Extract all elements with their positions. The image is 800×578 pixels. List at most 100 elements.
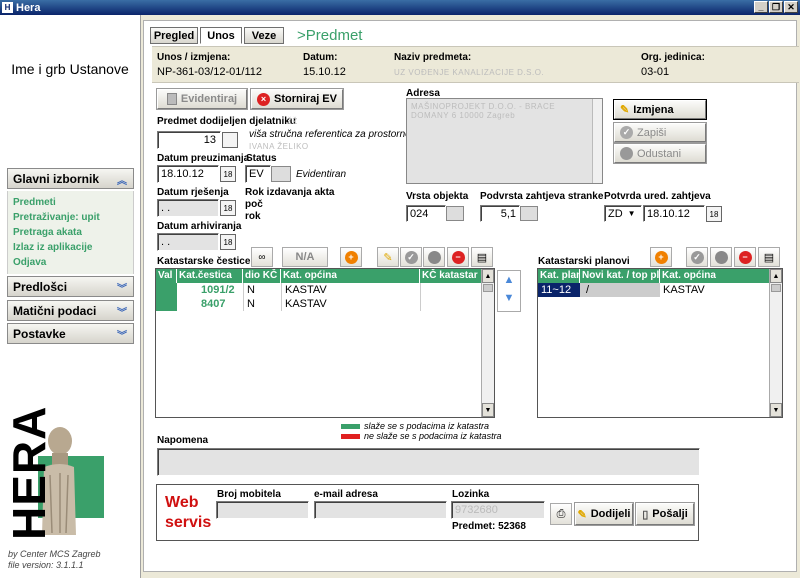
posalji-label: Pošalji [652, 508, 688, 520]
assign-number-field[interactable]: 13 [157, 131, 221, 149]
doc-cestica-button[interactable]: ▤ [471, 247, 493, 267]
chevron-down-icon: ︾ [117, 284, 127, 295]
calendar-icon[interactable]: 18 [220, 234, 236, 250]
col-dio: dio KČ [243, 269, 281, 283]
odustani-button[interactable]: Odustani [614, 144, 706, 163]
scroll-thumb[interactable] [483, 284, 493, 292]
add-cestica-button[interactable]: + [340, 247, 362, 267]
scroll-down-icon[interactable]: ▼ [482, 403, 494, 417]
calendar-icon[interactable]: 18 [220, 166, 236, 182]
lozinka-field[interactable]: 9732680 [451, 501, 545, 519]
potvrda-code-select[interactable]: ZD ▼ [604, 205, 642, 222]
save-plan-button[interactable]: ✓ [686, 247, 708, 267]
delete-cestica-button[interactable]: − [447, 247, 469, 267]
document-icon: ▤ [476, 251, 488, 264]
tab-veze[interactable]: Veze [244, 27, 284, 44]
preuzimanja-field[interactable]: 18.10.12 [157, 165, 219, 183]
dio-cell: N [243, 297, 281, 311]
scroll-down-icon[interactable]: ▼ [770, 403, 782, 417]
dodijeli-button[interactable]: ✎ Dodijeli [575, 503, 633, 525]
potvrda-date-field[interactable]: 18.10.12 [643, 205, 705, 222]
arhiviranja-field[interactable]: . . [157, 233, 219, 251]
calendar-icon[interactable]: 18 [706, 206, 722, 222]
podvrsta-dropdown-button[interactable] [520, 206, 538, 221]
storniraj-button[interactable]: × Storniraj EV [251, 89, 343, 109]
restore-button[interactable]: ❐ [769, 1, 783, 13]
status-field[interactable]: EV [245, 165, 271, 183]
assign-desc: viša stručna referentica za prostorno ur [249, 129, 423, 140]
print-button[interactable]: ⎙ [550, 503, 572, 525]
izmjena-button[interactable]: ✎ Izmjena [614, 100, 706, 119]
col-novi: Novi kat. / top plan [582, 269, 660, 283]
zapisi-button[interactable]: ✓ Zapiši [614, 123, 706, 142]
col-opcina: Kat. općina [281, 269, 420, 283]
tab-unos[interactable]: Unos [200, 27, 242, 44]
assign-picker-button[interactable] [222, 132, 238, 148]
stop-icon [714, 250, 728, 264]
tab-pregled[interactable]: Pregled [150, 27, 198, 44]
mobitel-field[interactable] [216, 501, 309, 519]
calendar-icon[interactable]: 18 [220, 200, 236, 216]
close-button[interactable]: ✕ [784, 1, 798, 13]
add-plan-button[interactable]: + [650, 247, 672, 267]
odustani-label: Odustani [637, 147, 682, 160]
menu-section-maticni[interactable]: Matični podaci ︾ [7, 300, 134, 321]
section-label: Postavke [13, 326, 66, 341]
na-button[interactable]: N/A [282, 247, 328, 267]
delete-plan-button[interactable]: − [734, 247, 756, 267]
app-icon: H [2, 2, 13, 13]
menu-item-izlaz[interactable]: Izlaz iz aplikacije [13, 240, 128, 255]
address-scrollbar[interactable] [592, 99, 602, 183]
move-up-icon[interactable]: ▲ [498, 271, 520, 289]
val-cell [156, 297, 177, 311]
main-menu-header[interactable]: Glavni izbornik ︽ [7, 168, 134, 189]
edit-cestica-button[interactable]: ✎ [377, 247, 399, 267]
table-row[interactable]: 1091/2 N KASTAV [156, 283, 494, 297]
move-down-icon[interactable]: ▼ [498, 289, 520, 307]
vrsta-field[interactable]: 024 [406, 205, 446, 222]
menu-item-pretrazivanje[interactable]: Pretraživanje: upit [13, 210, 128, 225]
scroll-thumb[interactable] [771, 284, 781, 292]
hera-logo: HERA [3, 405, 55, 540]
podvrsta-field[interactable]: 5,1 [480, 205, 520, 222]
doc-plan-button[interactable]: ▤ [758, 247, 780, 267]
evidentiraj-button[interactable]: Evidentiraj [157, 89, 247, 109]
address-field[interactable]: MAŠINOPROJEKT D.O.O. - BRACE DOMANY 6 10… [406, 98, 603, 184]
vrsta-dropdown-button[interactable] [446, 206, 464, 221]
cestice-scrollbar[interactable]: ▲ ▼ [481, 269, 494, 417]
menu-section-predlosci[interactable]: Predlošci ︾ [7, 276, 134, 297]
napomena-field[interactable] [157, 448, 700, 476]
rjesenja-field[interactable]: . . [157, 199, 219, 217]
scroll-up-icon[interactable]: ▲ [770, 269, 782, 283]
stop-cestica-button[interactable] [423, 247, 445, 267]
save-cestica-button[interactable]: ✓ [400, 247, 422, 267]
menu-item-pretraga-akata[interactable]: Pretraga akata [13, 225, 128, 240]
legend-match: slaže se s podacima iz katastra [364, 421, 490, 431]
stop-plan-button[interactable] [710, 247, 732, 267]
dodijeli-label: Dodijeli [590, 508, 631, 520]
email-field[interactable] [314, 501, 447, 519]
document-icon [166, 93, 177, 105]
podvrsta-label: Podvrsta zahtjeva stranke [480, 191, 604, 202]
posalji-button[interactable]: ▯ Pošalji [636, 503, 694, 525]
menu-section-postavke[interactable]: Postavke ︾ [7, 323, 134, 344]
chevron-up-icon: ︽ [117, 176, 127, 187]
col-plan: Kat. plan [540, 269, 580, 283]
opcina-cell: KASTAV [281, 283, 420, 297]
link-button[interactable]: ∞ [251, 247, 273, 267]
evidentiraj-label: Evidentiraj [180, 93, 238, 105]
menu-item-odjava[interactable]: Odjava [13, 255, 128, 270]
status-dropdown-button[interactable] [271, 166, 291, 182]
minimize-button[interactable]: _ [754, 1, 768, 13]
rok-label: Rok izdavanja akta [245, 187, 335, 198]
planovi-scrollbar[interactable]: ▲ ▼ [769, 269, 782, 417]
table-row[interactable]: 11~12 / KASTAV [538, 283, 782, 297]
menu-item-predmeti[interactable]: Predmeti [13, 195, 128, 210]
scroll-up-icon[interactable]: ▲ [482, 269, 494, 283]
opcina-cell: KASTAV [281, 297, 420, 311]
table-row[interactable]: 8407 N KASTAV [156, 297, 494, 311]
col-val: Val [156, 269, 177, 283]
section-label: Predlošci [13, 279, 68, 294]
pencil-icon: ✎ [620, 104, 630, 116]
institution-name: Ime i grb Ustanove [11, 61, 129, 77]
